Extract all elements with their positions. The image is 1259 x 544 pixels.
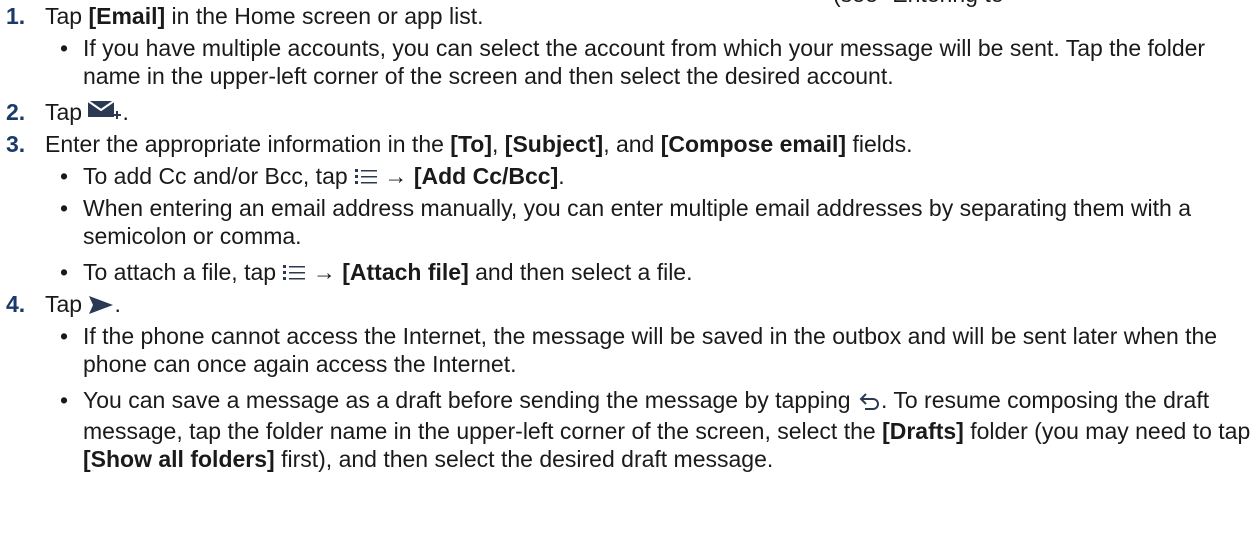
bullet-marker: • bbox=[60, 387, 69, 413]
send-icon bbox=[88, 293, 114, 321]
bullet-marker: • bbox=[60, 35, 69, 61]
bullet-text: To add Cc and/or Bcc, tap → [Add Cc/Bcc]… bbox=[83, 162, 1253, 193]
bullet-marker: • bbox=[60, 195, 69, 221]
step-number: 3. bbox=[6, 131, 26, 157]
step-text: Enter the appropriate information in the… bbox=[45, 131, 913, 157]
back-icon bbox=[857, 389, 881, 417]
compose-email-icon bbox=[87, 99, 122, 129]
clipped-top-line: (see "Entering text" (page 24)). bbox=[3, 0, 1003, 8]
step-text: Tap . bbox=[45, 98, 129, 129]
bullet-text: You can save a message as a draft before… bbox=[83, 387, 1251, 472]
ui-label: [Attach file] bbox=[342, 259, 469, 285]
ui-label: [To] bbox=[450, 131, 493, 157]
ui-label: [Drafts] bbox=[882, 418, 964, 444]
ui-label: [Add Cc/Bcc] bbox=[413, 163, 559, 189]
ui-label: [Compose email] bbox=[660, 131, 847, 157]
menu-icon bbox=[354, 165, 378, 193]
ui-label: [Show all folders] bbox=[83, 446, 275, 472]
menu-icon bbox=[282, 261, 306, 289]
step-number: 2. bbox=[6, 99, 26, 125]
step-text: Tap . bbox=[45, 290, 121, 321]
bullet-marker: • bbox=[60, 323, 69, 349]
bullet-text: If the phone cannot access the Internet,… bbox=[83, 323, 1218, 377]
bullet-marker: • bbox=[60, 163, 69, 189]
bullet-text: When entering an email address manually,… bbox=[83, 195, 1191, 249]
step-number: 4. bbox=[6, 291, 26, 317]
bullet-text: To attach a file, tap → [Attach file] an… bbox=[83, 258, 1253, 289]
ui-label: [Subject] bbox=[504, 131, 604, 157]
bullet-marker: • bbox=[60, 259, 69, 285]
bullet-text: If you have multiple accounts, you can s… bbox=[83, 35, 1206, 89]
